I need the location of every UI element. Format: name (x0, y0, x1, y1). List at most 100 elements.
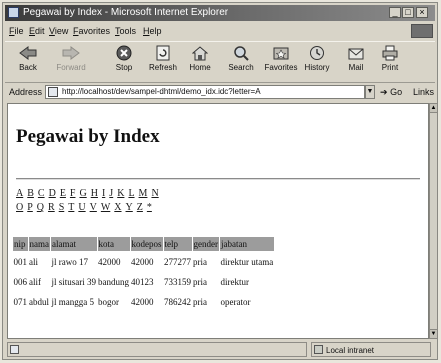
search-icon (234, 46, 249, 61)
refresh-button[interactable]: Refresh (145, 44, 181, 80)
scroll-down-icon[interactable]: ▼ (430, 329, 437, 338)
letter-link[interactable]: S (59, 202, 65, 213)
window-title: Pegawai by Index - Microsoft Internet Ex… (23, 7, 229, 18)
address-bar: Address http://localhost/dev/sampel-dhtm… (5, 83, 435, 115)
zone-label: Local intranet (326, 346, 375, 355)
close-button[interactable]: × (416, 7, 428, 18)
letter-link[interactable]: D (49, 188, 56, 199)
mail-label: Mail (348, 63, 364, 72)
table-cell: bogor (98, 297, 119, 307)
home-icon (192, 46, 208, 61)
vertical-scrollbar[interactable]: ▲ ▼ (429, 103, 438, 339)
table-cell: direktur utama (220, 257, 274, 267)
stop-button[interactable]: Stop (109, 44, 139, 80)
stop-label: Stop (115, 63, 133, 72)
letter-link[interactable]: C (38, 188, 45, 199)
table-cell: jl rawo 17 (51, 257, 89, 267)
address-url: http://localhost/dev/sampel-dhtml/demo_i… (62, 87, 261, 96)
table-cell: 277277 (164, 257, 191, 267)
table-cell: 001 (13, 257, 28, 267)
favorites-button[interactable]: Favorites (261, 44, 301, 80)
go-button[interactable]: ➔ Go (380, 83, 402, 101)
menu-file[interactable]: File (9, 23, 24, 39)
history-icon (310, 46, 324, 60)
forward-arrow-icon (62, 46, 80, 60)
letter-link[interactable]: F (70, 188, 76, 199)
letter-link[interactable]: W (101, 202, 110, 213)
table-cell: direktur (220, 277, 250, 287)
standard-toolbar: Back Forward Stop Refresh Home Search Fa… (5, 41, 435, 83)
forward-label: Forward (56, 63, 86, 72)
letter-link[interactable]: J (109, 188, 113, 199)
letter-link[interactable]: O (16, 202, 23, 213)
letter-link[interactable]: * (147, 202, 152, 213)
letter-link[interactable]: A (16, 188, 23, 199)
title-bar[interactable]: Pegawai by Index - Microsoft Internet Ex… (5, 5, 435, 21)
letter-link[interactable]: Y (126, 202, 133, 213)
letter-link[interactable]: P (27, 202, 33, 213)
table-cell: abdul (29, 297, 49, 307)
address-dropdown-button[interactable]: ▼ (365, 85, 375, 99)
letter-link[interactable]: X (114, 202, 121, 213)
menu-help[interactable]: Help (143, 23, 162, 39)
menu-tools[interactable]: Tools (115, 23, 136, 39)
address-label: Address (9, 87, 43, 97)
page-title: Pegawai by Index (16, 126, 160, 147)
maximize-button[interactable]: □ (402, 7, 414, 18)
address-input[interactable]: http://localhost/dev/sampel-dhtml/demo_i… (45, 85, 365, 99)
status-message (7, 342, 307, 357)
search-button[interactable]: Search (225, 44, 257, 80)
letter-link[interactable]: Z (137, 202, 143, 213)
letter-link[interactable]: U (78, 202, 85, 213)
go-arrow-icon: ➔ (380, 87, 388, 97)
letter-link[interactable]: Q (37, 202, 44, 213)
menu-edit[interactable]: Edit (29, 23, 45, 39)
column-header: telp (162, 236, 193, 252)
windows-logo-icon (411, 24, 433, 38)
employee-table: nip nama alamat kota kodepos telp gender jabata… (12, 236, 275, 312)
table-cell: 006 (13, 277, 28, 287)
letter-link[interactable]: G (79, 188, 86, 199)
table-row: 006 alif jl situsari 39 bandung 40123 733159 p… (13, 272, 275, 292)
page-content: Pegawai by Index ABCDEFGHIJKLMN OPQRSTUV… (7, 103, 429, 339)
letter-link[interactable]: N (151, 188, 158, 199)
letter-link[interactable]: L (128, 188, 134, 199)
forward-button[interactable]: Forward (51, 44, 91, 80)
ie-app-icon[interactable] (8, 7, 19, 18)
letter-link[interactable]: E (60, 188, 66, 199)
table-cell: 733159 (164, 277, 191, 287)
letter-link[interactable]: T (68, 202, 74, 213)
intranet-zone-icon (314, 345, 323, 354)
letter-link[interactable]: M (139, 188, 148, 199)
go-label: Go (390, 87, 403, 97)
table-cell: bandung (98, 277, 129, 287)
page-icon (48, 87, 58, 97)
letter-link[interactable]: V (90, 202, 97, 213)
letter-link[interactable]: B (27, 188, 34, 199)
letter-link[interactable]: K (117, 188, 124, 199)
back-button[interactable]: Back (9, 44, 47, 80)
table-cell: jl situsari 39 (51, 277, 97, 287)
home-button[interactable]: Home (185, 44, 215, 80)
history-button[interactable]: History (301, 44, 333, 80)
table-cell: 42000 (131, 257, 154, 267)
horizontal-rule (16, 178, 420, 180)
mail-button[interactable]: Mail (343, 44, 369, 80)
column-header: nip (12, 236, 29, 252)
print-button[interactable]: Print (377, 44, 403, 80)
letter-index-row-2: O P Q R S T U V W X Y Z * (16, 202, 156, 213)
print-icon (382, 45, 398, 61)
menu-favorites[interactable]: Favorites (73, 23, 110, 39)
scroll-up-icon[interactable]: ▲ (430, 104, 437, 113)
table-cell: 40123 (131, 277, 154, 287)
table-cell: 42000 (98, 257, 121, 267)
menu-view[interactable]: View (49, 23, 68, 39)
table-cell: operator (220, 297, 251, 307)
letter-link[interactable]: R (48, 202, 55, 213)
letter-link[interactable]: I (102, 188, 105, 199)
letter-link[interactable]: H (91, 188, 98, 199)
minimize-button[interactable]: _ (389, 7, 401, 18)
table-cell: alif (29, 277, 41, 287)
favorites-label: Favorites (264, 63, 298, 72)
letter-index-row-1: ABCDEFGHIJKLMN (16, 188, 163, 199)
